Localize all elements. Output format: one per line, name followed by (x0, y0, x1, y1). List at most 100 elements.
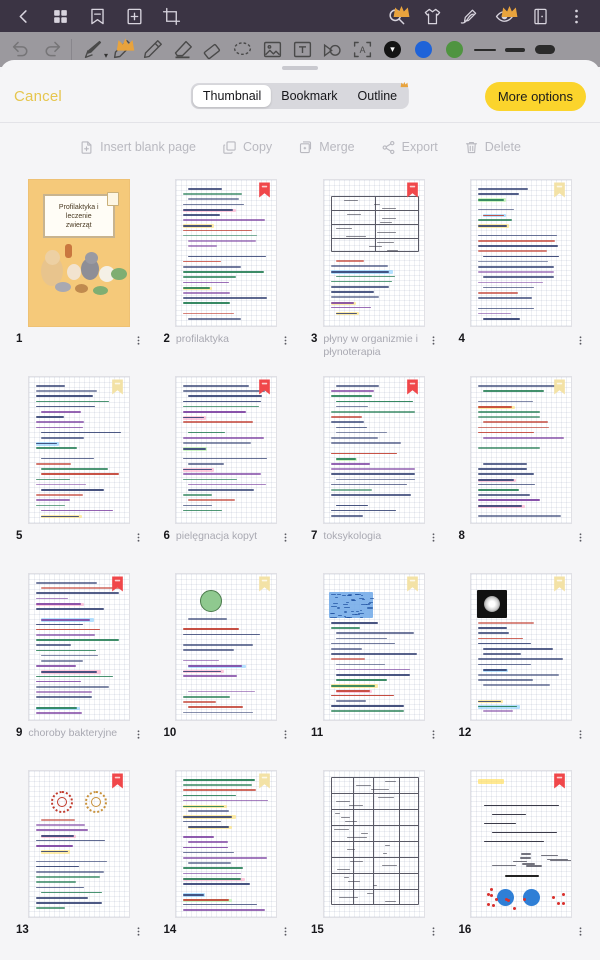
add-page-icon[interactable] (125, 7, 144, 26)
tab-bookmark[interactable]: Bookmark (271, 85, 347, 107)
more-options-button[interactable]: More options (484, 81, 586, 111)
page-kebab-menu-icon[interactable] (575, 530, 586, 544)
page-manager-sheet: Cancel Thumbnail Bookmark Outline More o… (0, 60, 600, 960)
page-cell[interactable]: 8 (453, 376, 591, 573)
page-kebab-menu-icon[interactable] (280, 727, 291, 741)
back-chevron-icon[interactable] (14, 7, 33, 26)
search-icon[interactable] (387, 5, 410, 26)
tshirt-template-icon[interactable] (423, 7, 442, 26)
page-label: choroby bakteryjne (28, 727, 118, 739)
page-kebab-menu-icon[interactable] (133, 727, 144, 741)
page-bookmark-flag-icon[interactable] (258, 773, 271, 789)
copy-button[interactable]: Copy (222, 140, 272, 155)
page-thumbnail[interactable] (175, 573, 278, 721)
page-bookmark-flag-icon[interactable] (258, 576, 271, 592)
page-kebab-menu-icon[interactable] (280, 530, 291, 544)
page-caption: 7 toksykologia (305, 524, 443, 568)
page-thumbnail[interactable] (322, 376, 425, 524)
page-thumbnail[interactable] (470, 770, 573, 918)
color-swatch-green[interactable] (446, 41, 463, 58)
tab-outline[interactable]: Outline (348, 81, 409, 107)
page-thumbnail[interactable] (27, 573, 130, 721)
grid-paper-background (471, 377, 572, 523)
kebab-menu-icon[interactable] (567, 7, 586, 26)
eye-read-icon[interactable] (495, 5, 518, 26)
color-swatch-black[interactable]: ▾ (384, 41, 401, 58)
page-label: profilaktyka (175, 333, 230, 345)
page-bookmark-flag-icon[interactable] (111, 773, 124, 789)
page-bookmark-flag-icon[interactable] (111, 576, 124, 592)
page-cell[interactable]: 7 toksykologia (305, 376, 443, 573)
page-cell[interactable]: 12 (453, 573, 591, 770)
page-kebab-menu-icon[interactable] (428, 924, 439, 938)
page-bookmark-flag-icon[interactable] (553, 379, 566, 395)
page-thumbnail-wrapper (158, 376, 296, 524)
page-thumbnail[interactable] (470, 376, 573, 524)
page-cell[interactable]: 15 (305, 770, 443, 960)
page-thumbnail[interactable] (175, 376, 278, 524)
color-swatch-blue[interactable] (415, 41, 432, 58)
page-cell[interactable]: 16 (453, 770, 591, 960)
page-kebab-menu-icon[interactable] (428, 333, 439, 347)
stroke-thin[interactable] (470, 48, 500, 51)
page-bookmark-flag-icon[interactable] (553, 182, 566, 198)
page-bookmark-flag-icon[interactable] (553, 773, 566, 789)
insert-blank-page-button[interactable]: Insert blank page (79, 140, 196, 155)
page-bookmark-flag-icon[interactable] (406, 182, 419, 198)
page-thumbnail[interactable] (322, 179, 425, 327)
delete-button[interactable]: Delete (464, 140, 521, 155)
page-thumbnail[interactable] (470, 179, 573, 327)
page-thumbnail[interactable]: Profilaktyka i leczenie zwierząt (27, 179, 130, 327)
page-cell[interactable]: 10 (158, 573, 296, 770)
merge-icon (300, 140, 312, 153)
page-thumbnail[interactable] (470, 573, 573, 721)
page-cell[interactable]: Profilaktyka i leczenie zwierząt 1 (10, 179, 148, 376)
page-thumbnail[interactable] (322, 573, 425, 721)
page-kebab-menu-icon[interactable] (133, 333, 144, 347)
page-kebab-menu-icon[interactable] (428, 727, 439, 741)
page-cell[interactable]: 3 płyny w organizmie i płynoterapia (305, 179, 443, 376)
page-kebab-menu-icon[interactable] (280, 333, 291, 347)
stroke-medium[interactable] (500, 47, 530, 52)
tab-thumbnail[interactable]: Thumbnail (192, 85, 272, 107)
page-kebab-menu-icon[interactable] (280, 924, 291, 938)
page-cell[interactable]: 5 (10, 376, 148, 573)
page-cell[interactable]: 4 (453, 179, 591, 376)
merge-button[interactable]: Merge (298, 140, 355, 155)
page-thumbnail-wrapper (158, 573, 296, 721)
page-cell[interactable]: 11 (305, 573, 443, 770)
page-thumbnail[interactable] (175, 179, 278, 327)
page-bookmark-flag-icon[interactable] (553, 576, 566, 592)
export-share-icon (382, 140, 395, 154)
bookmark-icon[interactable] (88, 7, 107, 26)
page-cell[interactable]: 14 (158, 770, 296, 960)
page-bookmark-flag-icon[interactable] (111, 379, 124, 395)
page-kebab-menu-icon[interactable] (575, 727, 586, 741)
page-cell[interactable]: 2 profilaktyka (158, 179, 296, 376)
page-kebab-menu-icon[interactable] (575, 924, 586, 938)
page-kebab-menu-icon[interactable] (133, 924, 144, 938)
color-expand-chevron-icon[interactable]: ▾ (384, 41, 401, 58)
page-flip-icon[interactable] (531, 7, 550, 26)
grid-view-icon[interactable] (51, 7, 70, 26)
page-bookmark-flag-icon[interactable] (258, 182, 271, 198)
crop-icon[interactable] (162, 7, 181, 26)
cancel-button[interactable]: Cancel (14, 88, 62, 105)
page-thumbnail[interactable] (175, 770, 278, 918)
page-kebab-menu-icon[interactable] (575, 333, 586, 347)
page-cell[interactable]: 6 pielęgnacja kopyt (158, 376, 296, 573)
page-thumbnail[interactable] (27, 770, 130, 918)
page-thumbnail[interactable] (27, 376, 130, 524)
stroke-thick[interactable] (530, 45, 560, 54)
export-button[interactable]: Export (381, 140, 438, 155)
page-bookmark-flag-icon[interactable] (258, 379, 271, 395)
page-kebab-menu-icon[interactable] (428, 530, 439, 544)
page-kebab-menu-icon[interactable] (133, 530, 144, 544)
page-cell[interactable]: 9 choroby bakteryjne (10, 573, 148, 770)
page-bookmark-flag-icon[interactable] (406, 379, 419, 395)
page-number: 5 (16, 530, 23, 542)
page-cell[interactable]: 13 (10, 770, 148, 960)
page-thumbnail[interactable] (322, 770, 425, 918)
signature-pen-icon[interactable] (459, 7, 478, 26)
page-bookmark-flag-icon[interactable] (406, 576, 419, 592)
